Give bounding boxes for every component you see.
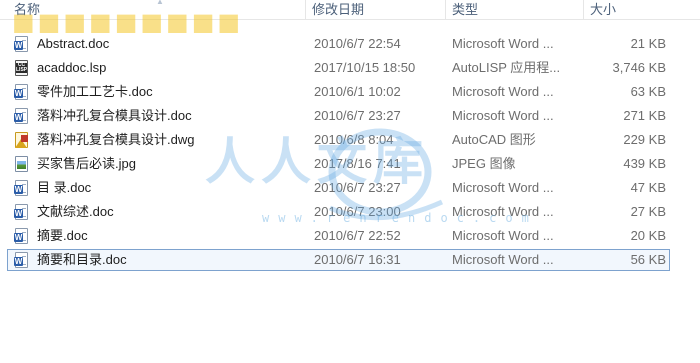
file-date-modified: 2010/6/7 23:27 (314, 108, 401, 123)
file-explorer-list: 名称 ▲ 修改日期 类型 大小 W Abstract.doc 2010/6/7 22… (0, 0, 700, 363)
file-type: AutoLISP 应用程... (452, 60, 561, 75)
file-type: Microsoft Word ... (452, 108, 554, 123)
file-name[interactable]: 落料冲孔复合模具设计.doc (37, 105, 302, 127)
file-name[interactable]: 文献综述.doc (37, 201, 302, 223)
file-name[interactable]: 落料冲孔复合模具设计.dwg (37, 129, 302, 151)
file-row[interactable]: CC LISP acaddoc.lsp 2017/10/15 18:50 AutoLIS… (0, 57, 700, 81)
file-date-modified: 2017/8/16 7:41 (314, 156, 401, 171)
file-date-modified: 2010/6/7 22:54 (314, 36, 401, 51)
file-date-modified: 2010/6/7 22:52 (314, 228, 401, 243)
file-type: Microsoft Word ... (452, 36, 554, 51)
column-header-type[interactable]: 类型 (445, 0, 583, 20)
file-row[interactable]: W 零件加工工艺卡.doc 2010/6/1 10:02 Microsoft Word… (0, 81, 700, 105)
column-header-name[interactable]: 名称 (0, 0, 305, 20)
file-date-modified: 2017/10/15 18:50 (314, 60, 416, 75)
word-doc-icon: W (14, 180, 32, 197)
sort-ascending-icon: ▲ (156, 0, 164, 6)
file-name[interactable]: 摘要.doc (37, 225, 302, 247)
file-date-modified: 2010/6/7 23:27 (314, 180, 401, 195)
file-size: 3,746 KB (612, 60, 667, 75)
file-row[interactable]: W 目 录.doc 2010/6/7 23:27 Microsoft Word ...… (0, 177, 700, 201)
file-size: 47 KB (630, 180, 666, 195)
file-name[interactable]: 目 录.doc (37, 177, 302, 199)
word-doc-icon: W (14, 252, 32, 269)
file-date-modified: 2010/6/7 23:00 (314, 204, 401, 219)
file-type: Microsoft Word ... (452, 228, 554, 243)
file-type: Microsoft Word ... (452, 204, 554, 219)
file-size: 63 KB (630, 84, 666, 99)
file-date-modified: 2010/6/7 16:31 (314, 252, 401, 267)
jpeg-image-icon (14, 156, 32, 173)
file-row[interactable]: 买家售后必读.jpg 2017/8/16 7:41 JPEG 图像 439 KB (0, 153, 700, 177)
word-doc-icon: W (14, 204, 32, 221)
file-row[interactable]: 落料冲孔复合模具设计.dwg 2010/6/8 8:04 AutoCAD 图形 229… (0, 129, 700, 153)
file-name[interactable]: 零件加工工艺卡.doc (37, 81, 302, 103)
file-name[interactable]: acaddoc.lsp (37, 57, 302, 79)
file-size: 20 KB (630, 228, 666, 243)
file-name[interactable]: 买家售后必读.jpg (37, 153, 302, 175)
file-name[interactable]: 摘要和目录.doc (37, 249, 302, 271)
file-row[interactable]: W 摘要.doc 2010/6/7 22:52 Microsoft Word ... 2… (0, 225, 700, 249)
word-doc-icon: W (14, 228, 32, 245)
word-doc-icon: W (14, 84, 32, 101)
file-type: JPEG 图像 (452, 156, 516, 171)
file-row[interactable]: W Abstract.doc 2010/6/7 22:54 Microsoft Wor… (0, 33, 700, 57)
autocad-dwg-icon (14, 132, 32, 149)
file-size: 27 KB (630, 204, 666, 219)
word-doc-icon: W (14, 108, 32, 125)
autolisp-icon: CC LISP (14, 60, 32, 77)
file-type: Microsoft Word ... (452, 84, 554, 99)
file-size: 229 KB (623, 132, 666, 147)
column-header-size[interactable]: 大小 (583, 0, 700, 20)
file-date-modified: 2010/6/8 8:04 (314, 132, 394, 147)
file-type: AutoCAD 图形 (452, 132, 536, 147)
word-doc-icon: W (14, 36, 32, 53)
column-header-bar: 名称 ▲ 修改日期 类型 大小 (0, 0, 700, 20)
file-date-modified: 2010/6/1 10:02 (314, 84, 401, 99)
file-type: Microsoft Word ... (452, 180, 554, 195)
file-size: 271 KB (623, 108, 666, 123)
column-header-date-modified[interactable]: 修改日期 (305, 0, 445, 20)
file-type: Microsoft Word ... (452, 252, 554, 267)
file-rows: W Abstract.doc 2010/6/7 22:54 Microsoft Wor… (0, 33, 700, 273)
file-size: 56 KB (630, 252, 666, 267)
file-size: 439 KB (623, 156, 666, 171)
file-name[interactable]: Abstract.doc (37, 33, 302, 55)
file-size: 21 KB (630, 36, 666, 51)
file-row[interactable]: W 落料冲孔复合模具设计.doc 2010/6/7 23:27 Microsoft W… (0, 105, 700, 129)
file-row[interactable]: W 文献综述.doc 2010/6/7 23:00 Microsoft Word ..… (0, 201, 700, 225)
file-row[interactable]: W 摘要和目录.doc 2010/6/7 16:31 Microsoft Word .… (0, 249, 700, 273)
